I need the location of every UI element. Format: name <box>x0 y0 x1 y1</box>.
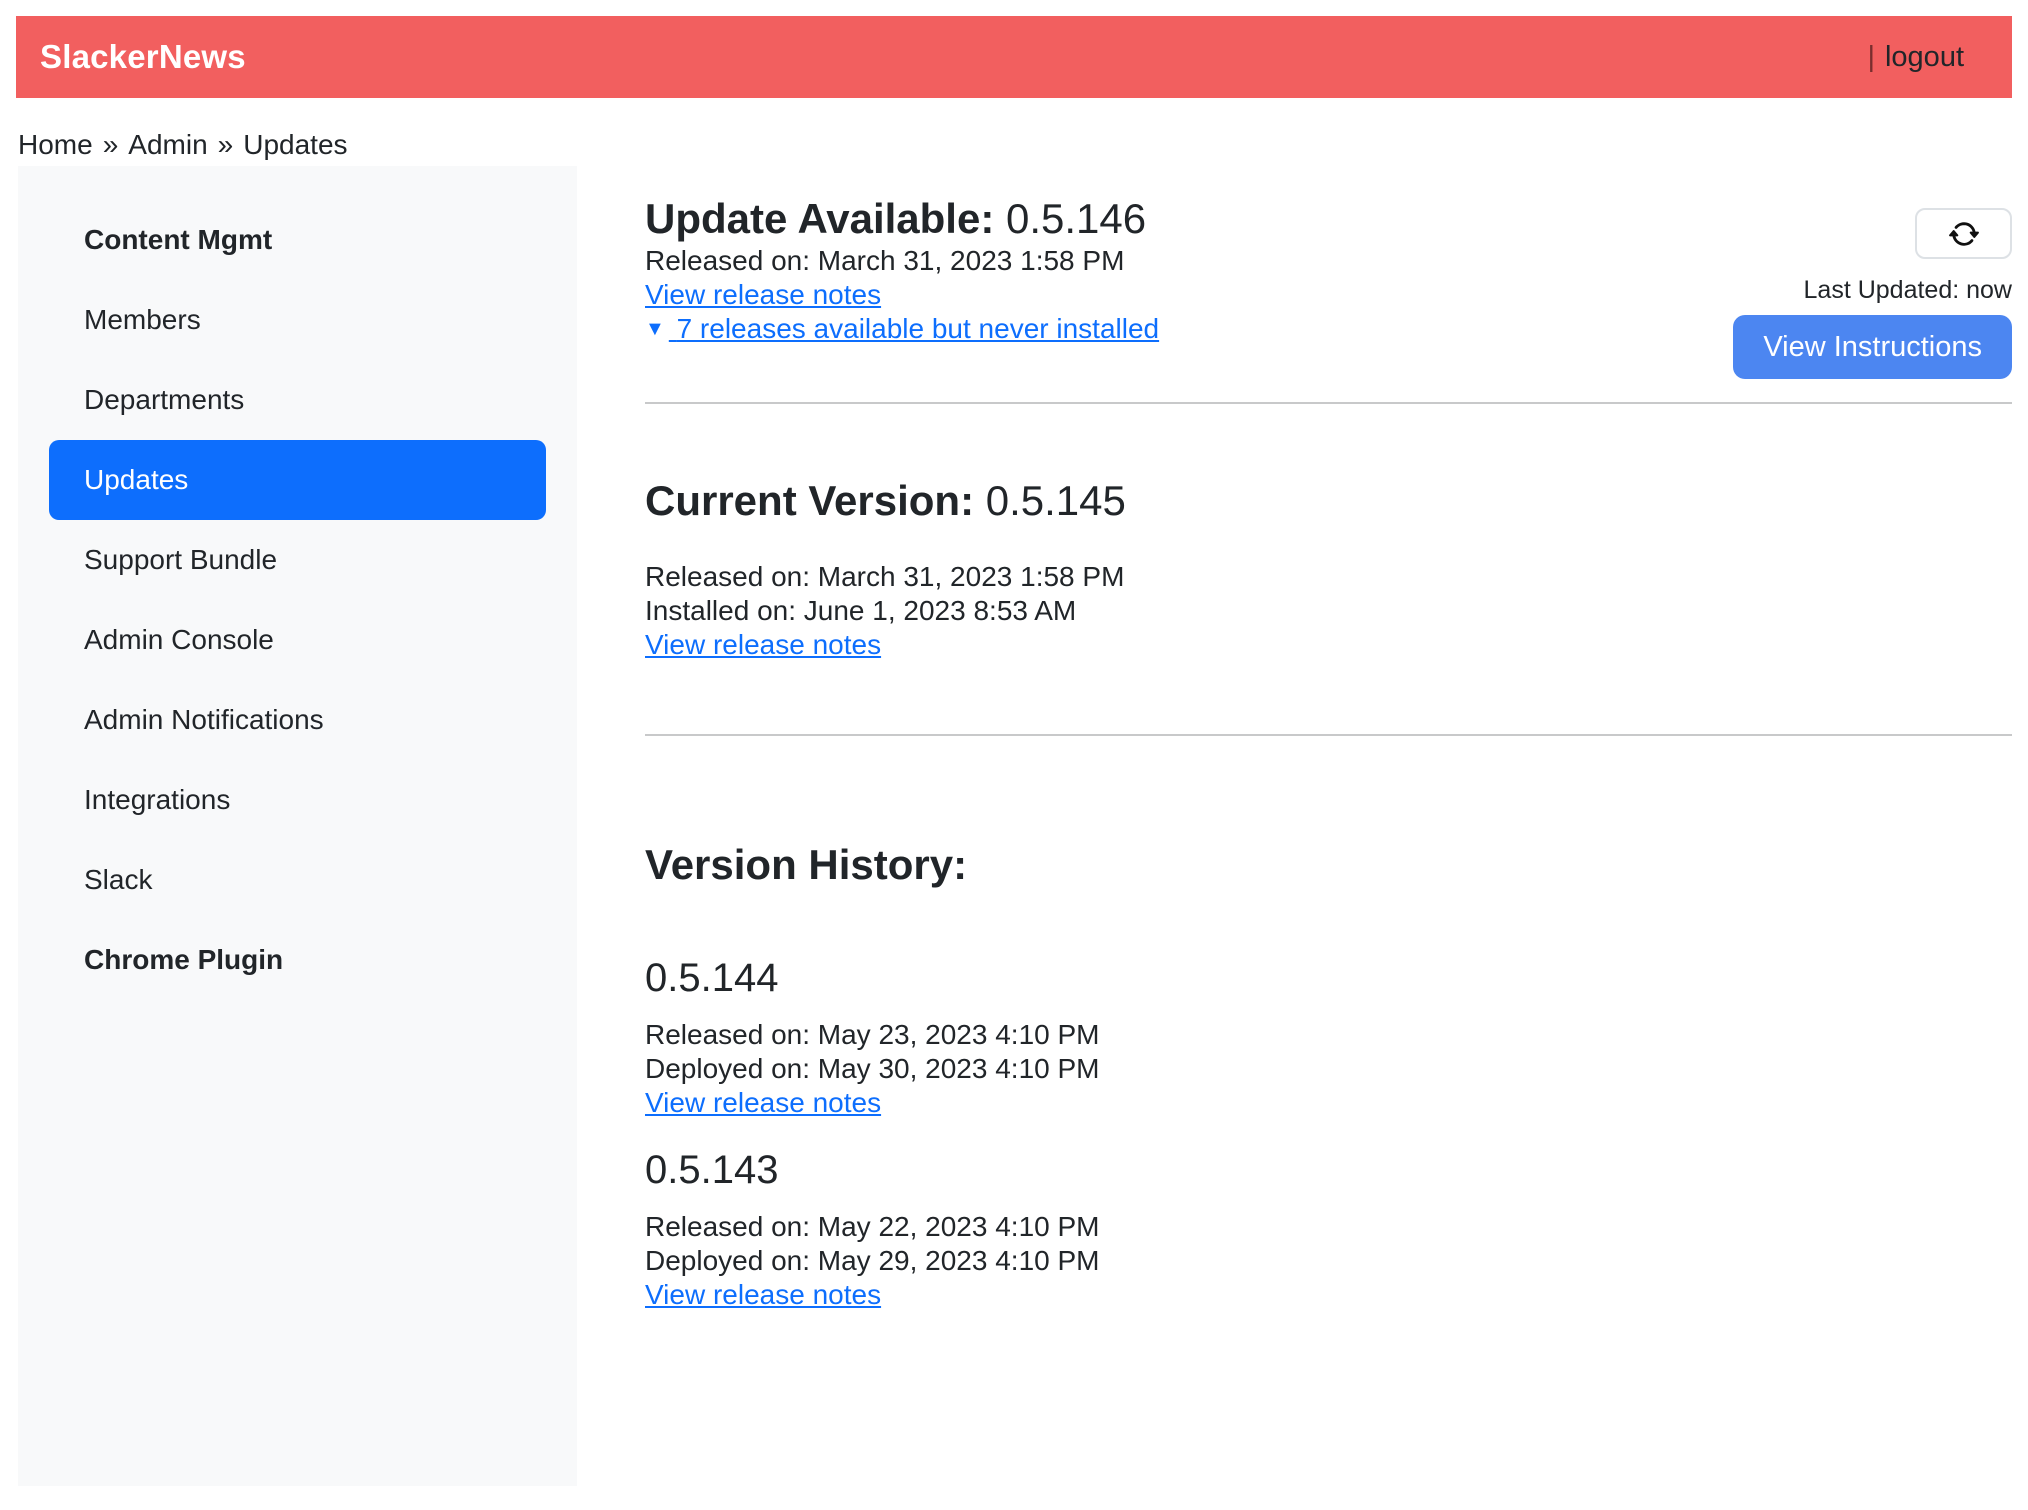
page: SlackerNews | logout Home»Admin»Updates … <box>0 0 2028 1510</box>
history-released-on: Released on: May 23, 2023 4:10 PM <box>645 1018 2012 1052</box>
logout-area: | logout <box>1867 41 1964 74</box>
page-layout: Content Mgmt Members Departments Updates… <box>18 166 2012 1486</box>
version-history-entry: 0.5.143 Released on: May 22, 2023 4:10 P… <box>645 1146 2012 1312</box>
sidebar-item-support-bundle[interactable]: Support Bundle <box>49 520 546 600</box>
update-release-notes-link[interactable]: View release notes <box>645 279 881 310</box>
history-release-notes-link[interactable]: View release notes <box>645 1279 881 1310</box>
sidebar-item-chrome-plugin[interactable]: Chrome Plugin <box>49 920 546 1000</box>
sidebar-item-admin-console[interactable]: Admin Console <box>49 600 546 680</box>
app-header: SlackerNews | logout <box>16 16 2012 98</box>
history-version-number: 0.5.144 <box>645 954 2012 1002</box>
sidebar-item-members[interactable]: Members <box>49 280 546 360</box>
history-release-notes-link[interactable]: View release notes <box>645 1087 881 1118</box>
sidebar-item-updates[interactable]: Updates <box>49 440 546 520</box>
breadcrumb-item-updates: Updates <box>243 129 347 160</box>
logout-link[interactable]: logout <box>1885 41 1964 74</box>
version-history-entry: 0.5.144 Released on: May 23, 2023 4:10 P… <box>645 954 2012 1120</box>
version-history-section: Version History: 0.5.144 Released on: Ma… <box>645 840 2012 1312</box>
view-instructions-button[interactable]: View Instructions <box>1733 315 2012 379</box>
releases-toggle-label: 7 releases available but never installed <box>677 313 1160 344</box>
update-actions: Last Updated: now View Instructions <box>1733 208 2012 379</box>
sidebar-item-slack[interactable]: Slack <box>49 840 546 920</box>
main-content: Last Updated: now View Instructions Upda… <box>577 166 2012 1486</box>
sidebar-nav: Content Mgmt Members Departments Updates… <box>18 166 577 1034</box>
section-divider <box>645 734 2012 736</box>
breadcrumb-separator: » <box>218 129 234 160</box>
history-deployed-on: Deployed on: May 30, 2023 4:10 PM <box>645 1052 2012 1086</box>
breadcrumb-item-admin[interactable]: Admin <box>128 129 207 160</box>
breadcrumb: Home » Admin » Updates <box>18 128 2012 162</box>
current-released-on: Released on: March 31, 2023 1:58 PM <box>645 560 2012 594</box>
logout-separator: | <box>1867 41 1875 74</box>
sidebar-item-content-mgmt[interactable]: Content Mgmt <box>49 200 546 280</box>
current-version-heading: Current Version: 0.5.145 <box>645 476 2012 526</box>
sidebar-item-departments[interactable]: Departments <box>49 360 546 440</box>
current-version-number: 0.5.145 <box>986 477 1126 524</box>
section-divider <box>645 402 2012 404</box>
refresh-button[interactable] <box>1915 208 2012 259</box>
caret-down-icon: ▼ <box>645 319 665 339</box>
sidebar: Content Mgmt Members Departments Updates… <box>18 166 577 1486</box>
version-history-heading: Version History: <box>645 840 2012 890</box>
refresh-icon <box>1949 219 1979 249</box>
current-release-notes-link[interactable]: View release notes <box>645 629 881 660</box>
last-updated-text: Last Updated: now <box>1804 275 2012 305</box>
update-available-version: 0.5.146 <box>1006 195 1146 242</box>
sidebar-item-admin-notifications[interactable]: Admin Notifications <box>49 680 546 760</box>
history-deployed-on: Deployed on: May 29, 2023 4:10 PM <box>645 1244 2012 1278</box>
update-available-section: Last Updated: now View Instructions Upda… <box>645 194 2012 346</box>
current-version-label: Current Version: <box>645 477 974 524</box>
breadcrumb-item-home[interactable]: Home <box>18 129 93 160</box>
current-installed-on: Installed on: June 1, 2023 8:53 AM <box>645 594 2012 628</box>
update-available-label: Update Available: <box>645 195 994 242</box>
history-released-on: Released on: May 22, 2023 4:10 PM <box>645 1210 2012 1244</box>
breadcrumb-separator: » <box>103 129 119 160</box>
history-version-number: 0.5.143 <box>645 1146 2012 1194</box>
current-version-section: Current Version: 0.5.145 Released on: Ma… <box>645 476 2012 662</box>
releases-toggle-link[interactable]: ▼ 7 releases available but never install… <box>645 313 1159 344</box>
sidebar-item-integrations[interactable]: Integrations <box>49 760 546 840</box>
brand-title: SlackerNews <box>40 38 246 76</box>
